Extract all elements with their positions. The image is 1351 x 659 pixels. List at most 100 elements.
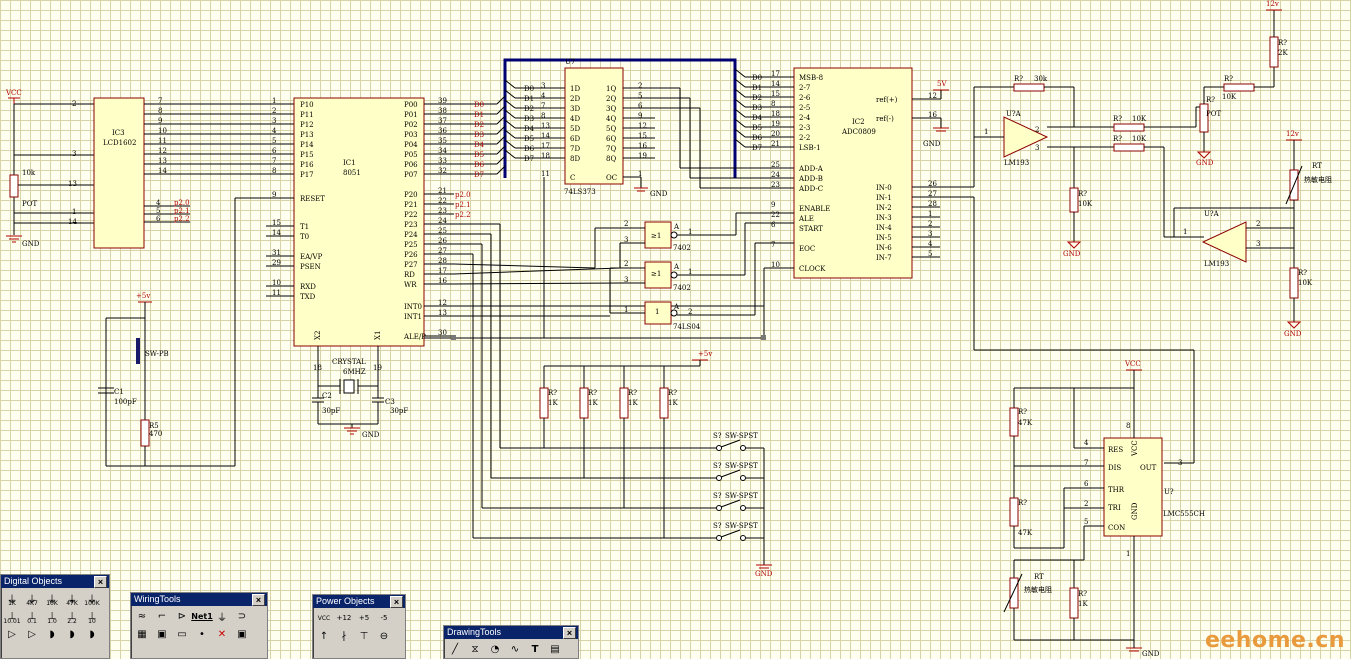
no-erc-icon[interactable]: ✕ bbox=[213, 626, 231, 642]
digital-objects-toolbar[interactable]: Digital Objects × ⏚ 1K ⏚ 4K7 ⏚ 10K ⏚ 47K ⏚ 10… bbox=[0, 574, 110, 659]
bus-tool-icon[interactable]: ⌐ bbox=[153, 608, 171, 624]
mcu-pin-label: P13 bbox=[300, 131, 314, 139]
resistor-1k-tool[interactable]: ⏚ 1K bbox=[3, 590, 21, 608]
svg-text:LMC555CH: LMC555CH bbox=[1163, 510, 1205, 518]
svg-text:11: 11 bbox=[541, 170, 550, 178]
ground-tool-icon[interactable]: ⏚ bbox=[213, 608, 231, 624]
svg-text:ADC0809: ADC0809 bbox=[841, 128, 876, 136]
bus-entry-icon[interactable]: ⊳ bbox=[173, 608, 191, 624]
svg-text:DIS: DIS bbox=[1108, 464, 1121, 472]
svg-text:C3: C3 bbox=[385, 398, 395, 406]
net-label-icon[interactable]: Net1 bbox=[191, 608, 213, 624]
schematic-canvas[interactable]: VCC 10k POT GND 2 3 13 1 14 IC3 LCD1602 … bbox=[0, 0, 1351, 657]
adc-pin-number: 7 bbox=[771, 241, 775, 249]
data-net-label: D2 bbox=[474, 121, 484, 129]
arc-draw-icon[interactable]: ◔ bbox=[486, 641, 504, 657]
close-icon[interactable]: × bbox=[252, 594, 265, 606]
svg-text:470: 470 bbox=[149, 430, 162, 438]
toolbar-title[interactable]: Digital Objects × bbox=[1, 575, 109, 588]
resistor-10k-tool[interactable]: ⏚ 10K bbox=[43, 590, 61, 608]
mcu-pin-label: P17 bbox=[300, 171, 314, 179]
cap-22-tool[interactable]: ⊥ 2.2 bbox=[63, 608, 81, 626]
svg-text:6: 6 bbox=[1084, 480, 1089, 488]
svg-text:30pF: 30pF bbox=[390, 407, 408, 415]
svg-text:1: 1 bbox=[1126, 550, 1130, 558]
cap-001-tool[interactable]: ⊥ 10.01 bbox=[3, 608, 21, 626]
wave-power-icon[interactable]: ∤ bbox=[335, 628, 353, 644]
adc-pin-label: START bbox=[799, 225, 823, 233]
minus5-tool[interactable]: -5 bbox=[375, 610, 393, 626]
svg-text:RES: RES bbox=[1108, 446, 1123, 454]
svg-text:IC1: IC1 bbox=[343, 159, 356, 167]
svg-text:CON: CON bbox=[1108, 524, 1125, 532]
text-tool-icon[interactable]: T bbox=[526, 641, 544, 657]
bezier-draw-icon[interactable]: ∿ bbox=[506, 641, 524, 657]
data-net-label: D5 bbox=[474, 151, 484, 159]
inverter-gate-icon[interactable]: ▷ bbox=[23, 626, 41, 642]
resistor-100k-tool[interactable]: ⏚ 100K bbox=[83, 590, 101, 608]
svg-text:2: 2 bbox=[1035, 126, 1039, 134]
sheet-entry-icon[interactable]: ▣ bbox=[153, 626, 171, 642]
switch-ref: S? bbox=[713, 432, 722, 440]
lcd1602-chip[interactable] bbox=[93, 97, 145, 249]
latch-pin-label: 8Q bbox=[606, 155, 616, 163]
probe-icon[interactable]: ▣ bbox=[233, 626, 251, 642]
latch-pin-label: 4D bbox=[570, 115, 580, 123]
close-icon[interactable]: × bbox=[390, 596, 403, 608]
part-tool-icon[interactable]: ▭ bbox=[173, 626, 191, 642]
resistor-4k7-tool[interactable]: ⏚ 4K7 bbox=[23, 590, 41, 608]
resistor-47k-tool[interactable]: ⏚ 47K bbox=[63, 590, 81, 608]
toolbar-title[interactable]: DrawingTools × bbox=[444, 626, 578, 639]
junction-icon[interactable]: • bbox=[193, 626, 211, 642]
cap-10uf-tool[interactable]: ⊥ 10 bbox=[83, 608, 101, 626]
data-net-label: D3 bbox=[474, 131, 484, 139]
svg-text:30k: 30k bbox=[1034, 75, 1048, 83]
svg-text:LM193: LM193 bbox=[1004, 159, 1029, 167]
xor-gate-icon[interactable]: ◗ bbox=[83, 626, 101, 642]
wiring-tools-toolbar[interactable]: WiringTools × ≈ ⌐ ⊳ Net1 ⏚ ⊃ ▦ ▣ ▭ • ✕ ▣ bbox=[130, 592, 268, 659]
mcu-pin-label: INT0 bbox=[404, 303, 422, 311]
svg-text:VCC: VCC bbox=[5, 89, 22, 97]
cap-01-tool[interactable]: ⊥ 0.1 bbox=[23, 608, 41, 626]
latch-pin-number: 3 bbox=[541, 82, 545, 90]
vcc-tool[interactable]: VCC bbox=[315, 610, 333, 626]
adc-pin-number: 9 bbox=[771, 201, 775, 209]
sheet-symbol-icon[interactable]: ▦ bbox=[133, 626, 151, 642]
port-tool-icon[interactable]: ⊃ bbox=[233, 608, 251, 624]
and-gate-icon[interactable]: ◗ bbox=[43, 626, 61, 642]
latch-pin-label: 1Q bbox=[606, 85, 616, 93]
svg-text:2K: 2K bbox=[1278, 49, 1288, 57]
mcu-pin-label: P12 bbox=[300, 121, 314, 129]
close-icon[interactable]: × bbox=[563, 627, 576, 639]
line-draw-icon[interactable]: ╱ bbox=[446, 641, 464, 657]
data-net-label: D6 bbox=[524, 145, 535, 153]
drawing-tools-toolbar[interactable]: DrawingTools × ╱ ⧖ ◔ ∿ T ▤ bbox=[443, 625, 579, 659]
svg-text:GND: GND bbox=[1063, 250, 1081, 258]
or-gate-icon[interactable]: ◗ bbox=[63, 626, 81, 642]
buffer-gate-icon[interactable]: ▷ bbox=[3, 626, 21, 642]
bar-power-icon[interactable]: ⊤ bbox=[355, 628, 373, 644]
text-frame-icon[interactable]: ▤ bbox=[546, 641, 564, 657]
close-icon[interactable]: × bbox=[94, 576, 107, 588]
circle-power-icon[interactable]: ⊖ bbox=[375, 628, 393, 644]
svg-text:2: 2 bbox=[624, 220, 628, 228]
wire-tool-icon[interactable]: ≈ bbox=[133, 608, 151, 624]
cap-10-tool[interactable]: ⊥ 1.0 bbox=[43, 608, 61, 626]
adc-pin-label: IN-6 bbox=[876, 244, 892, 252]
svg-text:1: 1 bbox=[1183, 228, 1187, 236]
switch-label: SW-SPST bbox=[725, 522, 758, 530]
adc-pin-number: 6 bbox=[771, 221, 776, 229]
p2-net-label: p2.0 bbox=[455, 191, 471, 199]
adc-pin-label: IN-7 bbox=[876, 254, 892, 262]
polygon-draw-icon[interactable]: ⧖ bbox=[466, 641, 484, 657]
toolbar-title[interactable]: Power Objects × bbox=[313, 595, 405, 608]
plus5-tool[interactable]: +5 bbox=[355, 610, 373, 626]
switch-contact bbox=[716, 445, 722, 451]
svg-text:1: 1 bbox=[655, 308, 659, 316]
plus12-tool[interactable]: +12 bbox=[335, 610, 353, 626]
toolbar-title[interactable]: WiringTools × bbox=[131, 593, 267, 606]
power-objects-toolbar[interactable]: Power Objects × VCC +12 +5 -5 ↑ ∤ ⊤ ⊖ bbox=[312, 594, 406, 659]
svg-text:3: 3 bbox=[1035, 144, 1039, 152]
mcu-pin-label: P00 bbox=[404, 101, 418, 109]
arrow-power-icon[interactable]: ↑ bbox=[315, 628, 333, 644]
